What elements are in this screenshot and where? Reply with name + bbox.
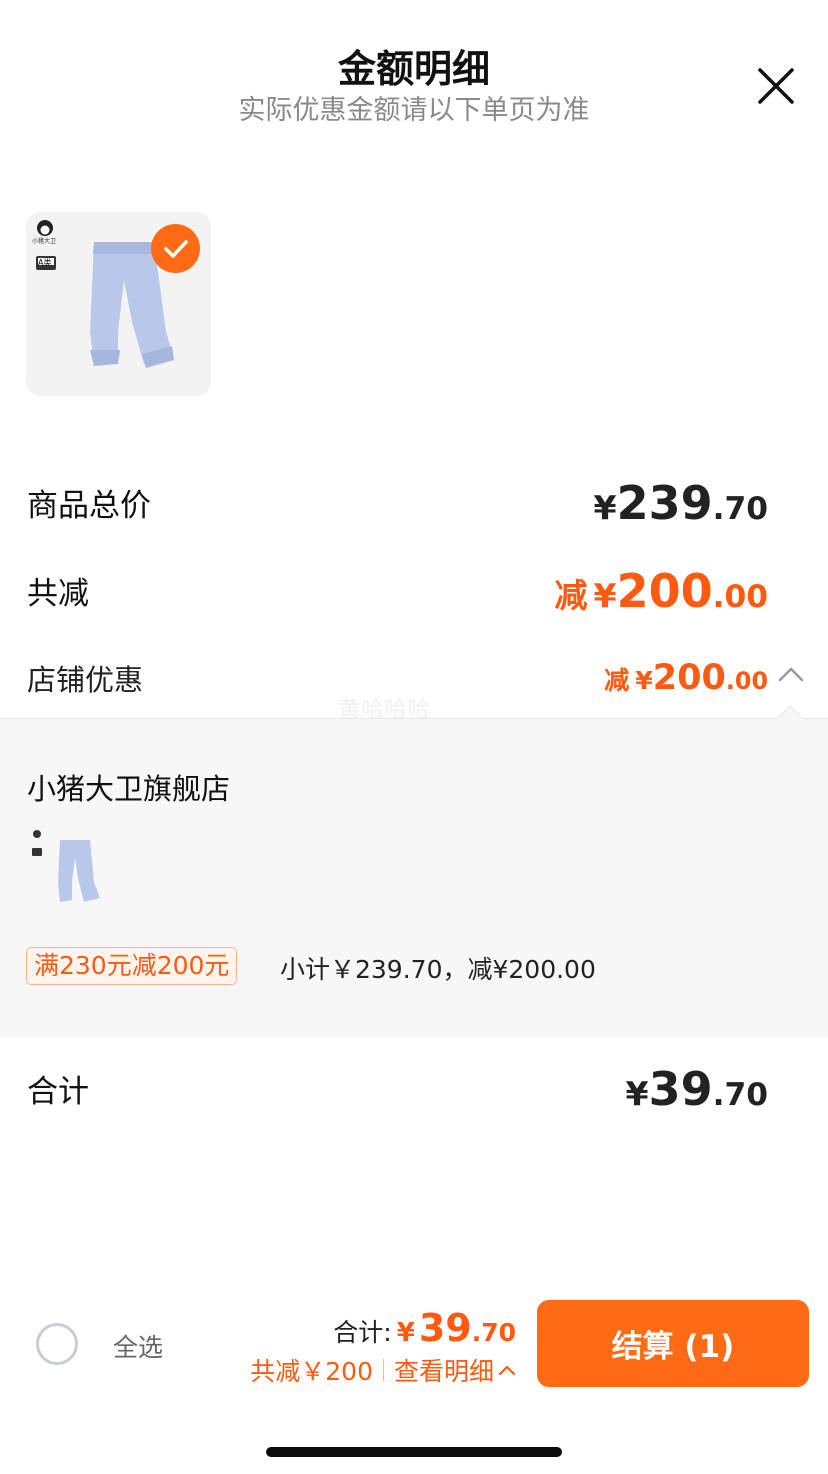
checkout-button[interactable]: 结算 (1) (537, 1300, 809, 1387)
page-title: 金额明细 (337, 47, 490, 91)
bottom-total-amount: ¥39.70 (396, 1306, 516, 1350)
close-icon (758, 68, 794, 104)
page-subtitle: 实际优惠金额请以下单页为准 (238, 95, 590, 126)
selected-check-badge[interactable] (151, 224, 200, 273)
bottom-total: 合计: ¥39.70 (333, 1306, 516, 1350)
home-indicator[interactable] (266, 1447, 562, 1457)
select-all-label[interactable]: 全选 (113, 1328, 163, 1364)
view-detail-link[interactable]: 查看明细 (394, 1352, 494, 1388)
goods-total-value: ¥239.70 (593, 476, 768, 530)
grade-text: A类 (38, 258, 52, 267)
select-all-radio[interactable] (36, 1323, 78, 1365)
divider (382, 1359, 384, 1381)
bottom-reduce-line: 共减￥200 查看明细 (250, 1352, 516, 1388)
bottom-total-label: 合计: (333, 1318, 392, 1347)
store-discount-value[interactable]: 减 ¥200.00 (604, 658, 768, 698)
total-value: ¥39.70 (625, 1062, 768, 1116)
goods-total-label: 商品总价 (27, 488, 151, 524)
promo-tag: 满230元减200元 (26, 947, 238, 985)
close-button[interactable] (756, 66, 796, 106)
store-name: 小猪大卫旗舰店 (27, 772, 231, 806)
promo-subtotal-text: 小计￥239.70，减¥200.00 (280, 955, 596, 984)
store-discount-label: 店铺优惠 (27, 663, 144, 697)
check-icon (163, 239, 188, 258)
product-thumbnail-small (32, 830, 100, 902)
chevron-up-icon[interactable] (778, 664, 804, 684)
total-label: 合计 (27, 1074, 89, 1110)
chevron-up-small-icon[interactable] (498, 1363, 516, 1377)
reduce-amount: 共减￥200 (250, 1357, 373, 1386)
discount-label: 共减 (27, 576, 89, 612)
discount-value: 减 ¥200.00 (554, 564, 768, 618)
brand-text: 小猪大卫 (32, 238, 57, 245)
